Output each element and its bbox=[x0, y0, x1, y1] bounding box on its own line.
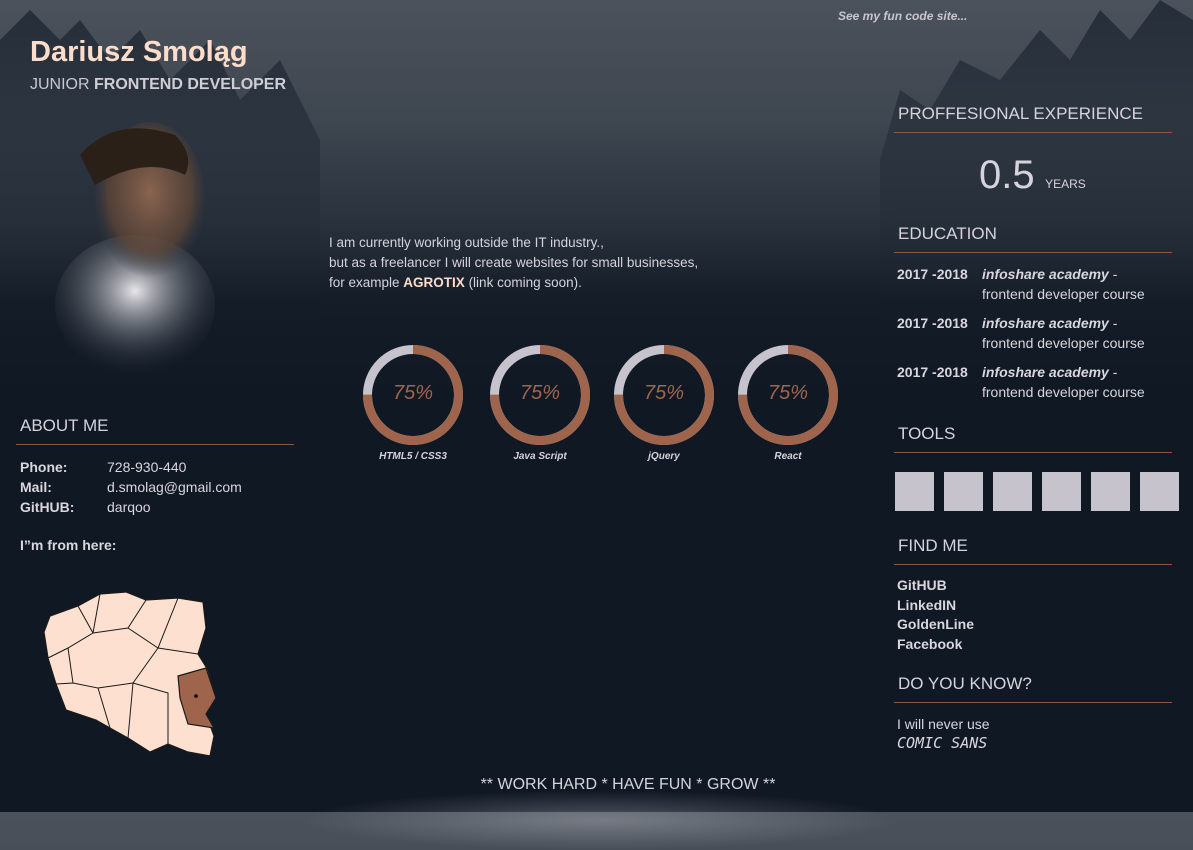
education-sep: - bbox=[1108, 315, 1118, 331]
experience-unit: YEARS bbox=[1045, 177, 1086, 191]
skill-label: jQuery bbox=[648, 451, 680, 462]
from-label: I”m from here: bbox=[20, 537, 117, 553]
intro-text-pre: for example bbox=[329, 275, 404, 290]
tool-icon bbox=[1091, 472, 1130, 511]
education-item: 2017 -2018 infoshare academy - frontend de… bbox=[894, 313, 1172, 353]
facebook-link[interactable]: Facebook bbox=[897, 635, 974, 655]
agrotix-link[interactable]: AGROTIX bbox=[403, 275, 465, 290]
mail-value[interactable]: d.smolag@gmail.com bbox=[107, 477, 242, 497]
goldenline-link[interactable]: GoldenLine bbox=[897, 615, 974, 635]
tool-icon bbox=[944, 472, 983, 511]
experience-value: 0.5 YEARS bbox=[979, 153, 1086, 198]
comic-sans-text: COMIC SANS bbox=[897, 734, 988, 752]
education-years: 2017 -2018 bbox=[897, 364, 968, 380]
intro-text-post: (link coming soon). bbox=[464, 275, 582, 290]
tools-list bbox=[895, 472, 1179, 511]
fun-fact: I will never use COMIC SANS bbox=[897, 715, 990, 753]
job-title: JUNIOR FRONTEND DEVELOPER bbox=[30, 76, 286, 94]
skill-percent: 75% bbox=[519, 382, 561, 404]
education-school: infoshare academy bbox=[982, 364, 1109, 380]
education-years: 2017 -2018 bbox=[897, 266, 968, 282]
intro-line: but as a freelancer I will create websit… bbox=[329, 255, 699, 270]
education-sep: - bbox=[1108, 364, 1118, 380]
intro-line: for example AGROTIX (link coming soon). bbox=[329, 273, 698, 293]
skill-label: Java Script bbox=[513, 451, 567, 462]
skill-label: HTML5 / CSS3 bbox=[379, 451, 447, 462]
intro-line: I am currently working outside the IT in… bbox=[329, 235, 604, 250]
experience-years: 0.5 bbox=[979, 153, 1035, 197]
contact-info: Phone: 728-930-440 Mail: d.smolag@gmail.co… bbox=[20, 457, 242, 517]
fun-code-site-link[interactable]: See my fun code site... bbox=[838, 9, 967, 23]
education-item: 2017 -2018 infoshare academy - frontend de… bbox=[894, 362, 1172, 402]
github-value[interactable]: darqoo bbox=[107, 497, 151, 517]
education-school: infoshare academy bbox=[982, 315, 1109, 331]
tools-heading: TOOLS bbox=[894, 424, 1172, 453]
linkedin-link[interactable]: LinkedIN bbox=[897, 596, 974, 616]
education-sep: - bbox=[1108, 266, 1118, 282]
tool-icon bbox=[1140, 472, 1179, 511]
intro-text: I am currently working outside the IT in… bbox=[329, 233, 698, 293]
education-item: 2017 -2018 infoshare academy - frontend de… bbox=[894, 264, 1172, 304]
fun-fact-line: I will never use bbox=[897, 716, 990, 732]
tool-icon bbox=[1042, 472, 1081, 511]
education-school: infoshare academy bbox=[982, 266, 1109, 282]
mail-label: Mail: bbox=[20, 479, 52, 495]
experience-heading: PROFFESIONAL EXPERIENCE bbox=[894, 104, 1172, 133]
do-you-know-heading: DO YOU KNOW? bbox=[894, 674, 1172, 703]
education-course: frontend developer course bbox=[982, 286, 1145, 302]
skill-percent: 75% bbox=[392, 382, 434, 404]
tool-icon bbox=[895, 472, 934, 511]
footer-glow bbox=[300, 790, 900, 850]
skill-label: React bbox=[774, 451, 802, 462]
education-course: frontend developer course bbox=[982, 384, 1145, 400]
github-label: GitHUB: bbox=[20, 499, 75, 515]
page-title: Dariusz Smoląg bbox=[30, 36, 248, 68]
role-light: JUNIOR bbox=[30, 76, 90, 93]
education-years: 2017 -2018 bbox=[897, 315, 968, 331]
find-me-heading: FIND ME bbox=[894, 536, 1172, 565]
education-list: 2017 -2018 infoshare academy - frontend de… bbox=[894, 264, 1172, 411]
tool-icon bbox=[993, 472, 1032, 511]
profile-photo bbox=[55, 122, 215, 375]
skill-percent: 75% bbox=[643, 382, 685, 404]
phone-label: Phone: bbox=[20, 459, 68, 475]
education-heading: EDUCATION bbox=[894, 224, 1172, 253]
social-links: GitHUB LinkedIN GoldenLine Facebook bbox=[897, 576, 974, 654]
phone-value: 728-930-440 bbox=[107, 459, 187, 475]
role-bold: FRONTEND DEVELOPER bbox=[94, 76, 287, 93]
footer-motto: ** WORK HARD * HAVE FUN * GROW ** bbox=[480, 776, 776, 793]
poland-map bbox=[43, 591, 217, 757]
github-link[interactable]: GitHUB bbox=[897, 576, 974, 596]
education-course: frontend developer course bbox=[982, 335, 1145, 351]
skill-percent: 75% bbox=[767, 382, 809, 404]
about-heading: ABOUT ME bbox=[16, 416, 294, 445]
